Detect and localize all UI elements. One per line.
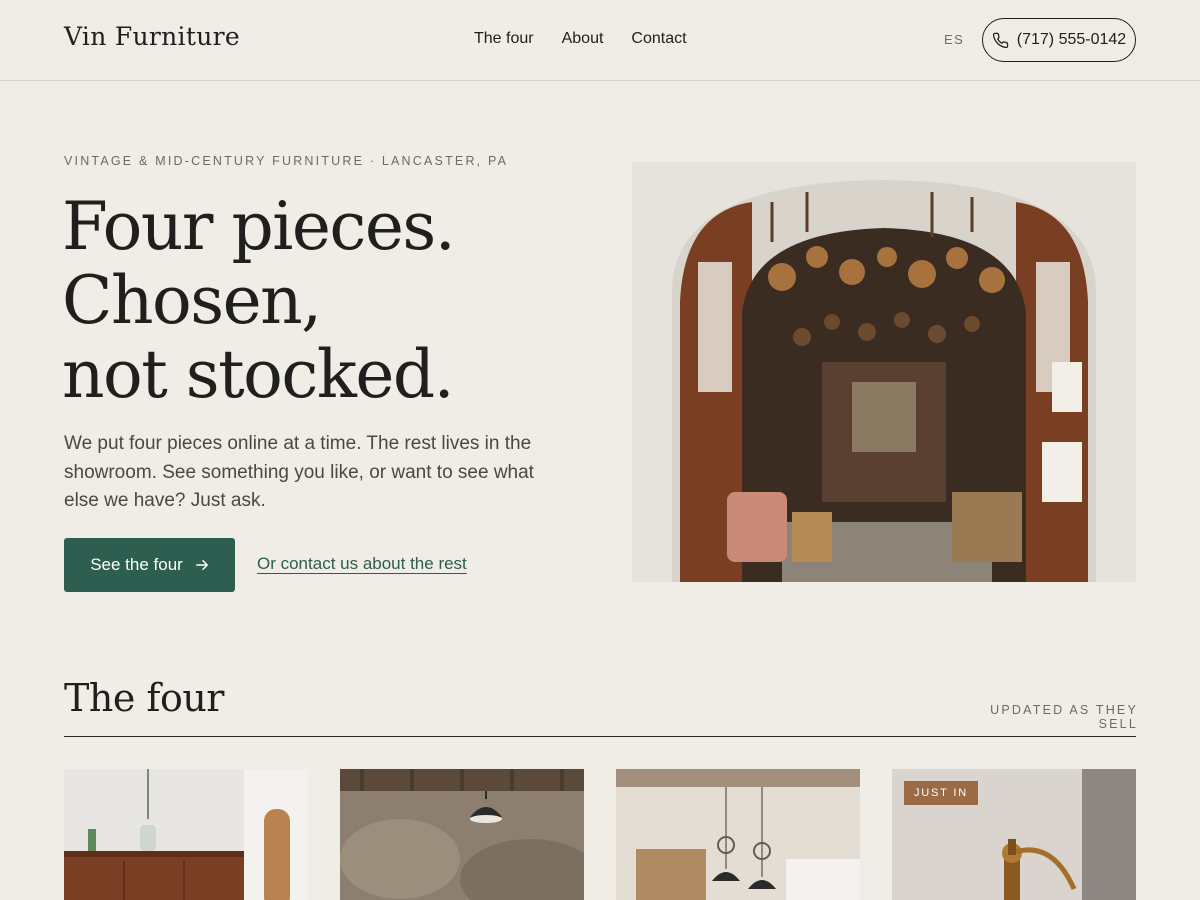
product-card-3[interactable] [616, 769, 860, 900]
hero-lede: We put four pieces online at a time. The… [64, 433, 534, 511]
product-grid: Just in [64, 769, 1136, 900]
arrow-right-icon [195, 559, 208, 571]
phone-number: (717) 555-0142 [1016, 31, 1127, 48]
phone-button[interactable]: (717) 555-0142 [982, 18, 1136, 62]
product-card-2[interactable] [340, 769, 584, 900]
product-card-4[interactable]: Just in [892, 769, 1136, 900]
hero-headline: Four pieces. Chosen, not stocked. [62, 190, 582, 412]
language-toggle[interactable]: ES [944, 32, 964, 47]
shop-doorway-illustration [632, 162, 1136, 582]
headline-line-3: not stocked. [62, 336, 455, 413]
hero-eyebrow: Vintage & mid-century furniture · Lancas… [64, 154, 509, 168]
section-title: The four [64, 676, 224, 720]
site-logo[interactable]: Vin Furniture [64, 22, 240, 51]
nav-item-the-four[interactable]: The four [474, 30, 534, 48]
headline-line-2: Chosen, [62, 262, 322, 339]
phone-icon [992, 32, 1009, 48]
product-image-sideboard [64, 769, 308, 900]
see-the-four-button[interactable]: See the four [64, 538, 235, 592]
just-in-badge: Just in [904, 781, 978, 805]
nav-item-contact[interactable]: Contact [631, 30, 686, 48]
product-image-pendant-pair [616, 769, 860, 900]
headline-line-1: Four pieces. [62, 188, 456, 265]
nav-item-about[interactable]: About [562, 30, 604, 48]
see-the-four-label: See the four [90, 555, 183, 574]
contact-about-rest-link[interactable]: Or contact us about the rest [257, 554, 467, 574]
section-divider [64, 736, 1136, 737]
main-nav: The four About Contact [474, 30, 687, 48]
section-note: Updated as they sell [990, 703, 1138, 731]
product-card-1[interactable] [64, 769, 308, 900]
shop-doorway-image [632, 162, 1136, 582]
product-image-pendant-lamp [340, 769, 584, 900]
site-header: Vin Furniture The four About Contact ES … [0, 0, 1200, 81]
